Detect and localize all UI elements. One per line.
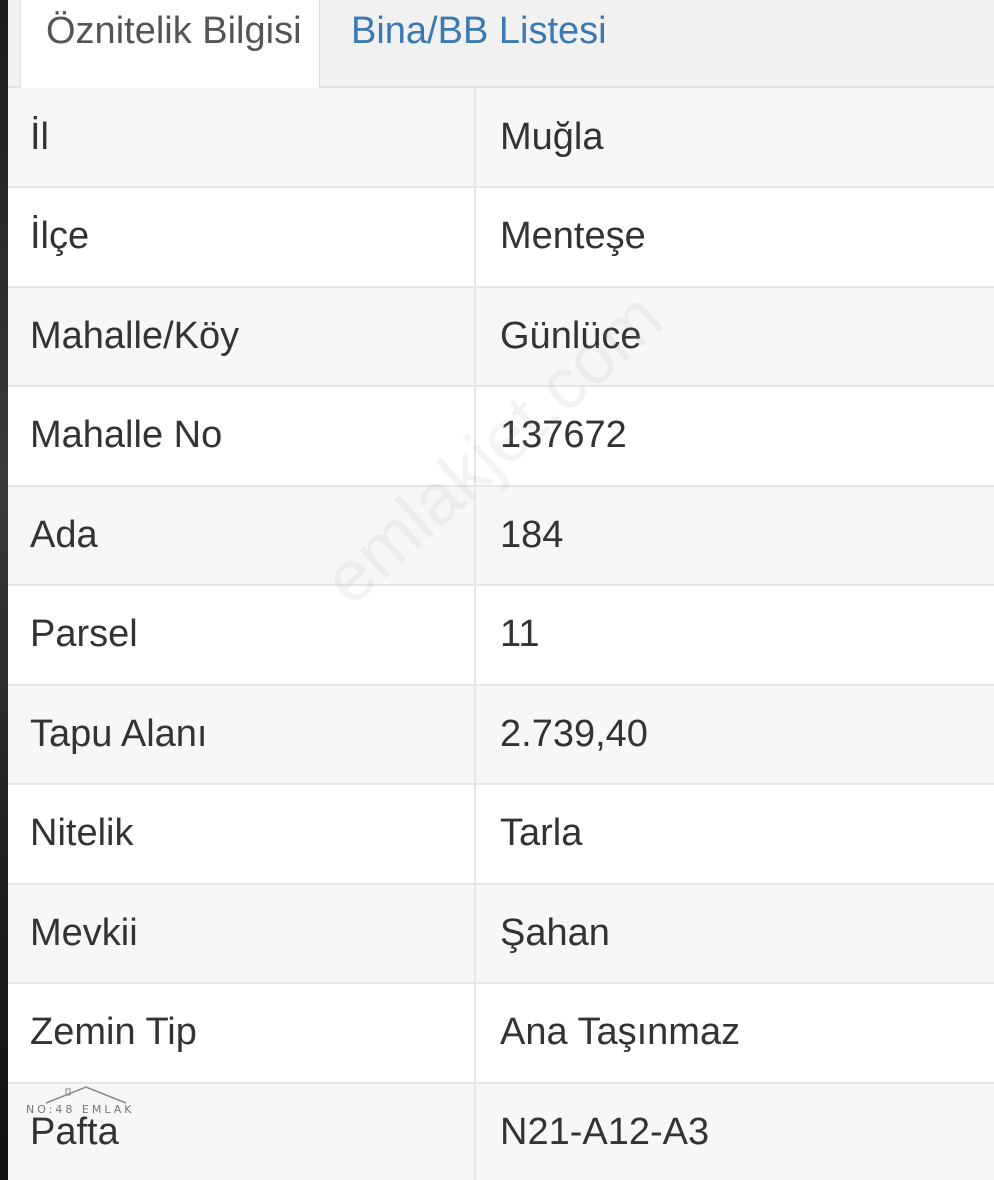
row-value: 11 — [500, 613, 540, 656]
row-label: Mevkii — [8, 884, 476, 982]
row-value: Günlüce — [500, 314, 642, 357]
row-label: Parsel — [8, 586, 476, 684]
row-value: 137672 — [500, 414, 627, 457]
row-value: Muğla — [500, 115, 604, 158]
row-label: Ada — [8, 486, 476, 584]
row-label: Zemin Tip — [8, 984, 476, 1082]
row-label: İlçe — [8, 188, 476, 286]
table-row: Pafta N21-A12-A3 — [8, 1081, 994, 1180]
table-row: İl Muğla — [8, 88, 994, 186]
table-row: Mahalle No 137672 — [8, 385, 994, 485]
tab-bar: Öznitelik Bilgisi Bina/BB Listesi — [8, 0, 994, 90]
row-label: Pafta — [8, 1083, 476, 1180]
row-label: Tapu Alanı — [8, 685, 476, 783]
table-row: Tapu Alanı 2.739,40 — [8, 683, 994, 783]
table-row: Parsel 11 — [8, 584, 994, 684]
row-label: Nitelik — [8, 785, 476, 883]
background-edge — [0, 0, 8, 1180]
table-row: Nitelik Tarla — [8, 783, 994, 883]
tab-attribute-info[interactable]: Öznitelik Bilgisi — [20, 0, 320, 90]
row-value: Ana Taşınmaz — [500, 1011, 741, 1054]
row-value: N21-A12-A3 — [500, 1110, 710, 1153]
table-row: Mahalle/Köy Günlüce — [8, 285, 994, 385]
table-row: Ada 184 — [8, 484, 994, 584]
row-value: 2.739,40 — [500, 712, 648, 755]
row-label: Mahalle/Köy — [8, 287, 476, 385]
row-value: 184 — [500, 513, 564, 556]
table-row: Mevkii Şahan — [8, 882, 994, 982]
row-value: Tarla — [500, 812, 583, 855]
row-label: Mahalle No — [8, 387, 476, 485]
row-value: Şahan — [500, 911, 610, 954]
row-label: İl — [8, 88, 476, 186]
row-value: Menteşe — [500, 215, 646, 258]
attribute-panel: Öznitelik Bilgisi Bina/BB Listesi İl Muğ… — [8, 0, 994, 1180]
attribute-table: İl Muğla İlçe Menteşe Mahalle/Köy Günlüc… — [8, 88, 994, 1180]
table-row: İlçe Menteşe — [8, 186, 994, 286]
tab-building-list[interactable]: Bina/BB Listesi — [351, 0, 671, 88]
table-row: Zemin Tip Ana Taşınmaz — [8, 982, 994, 1082]
